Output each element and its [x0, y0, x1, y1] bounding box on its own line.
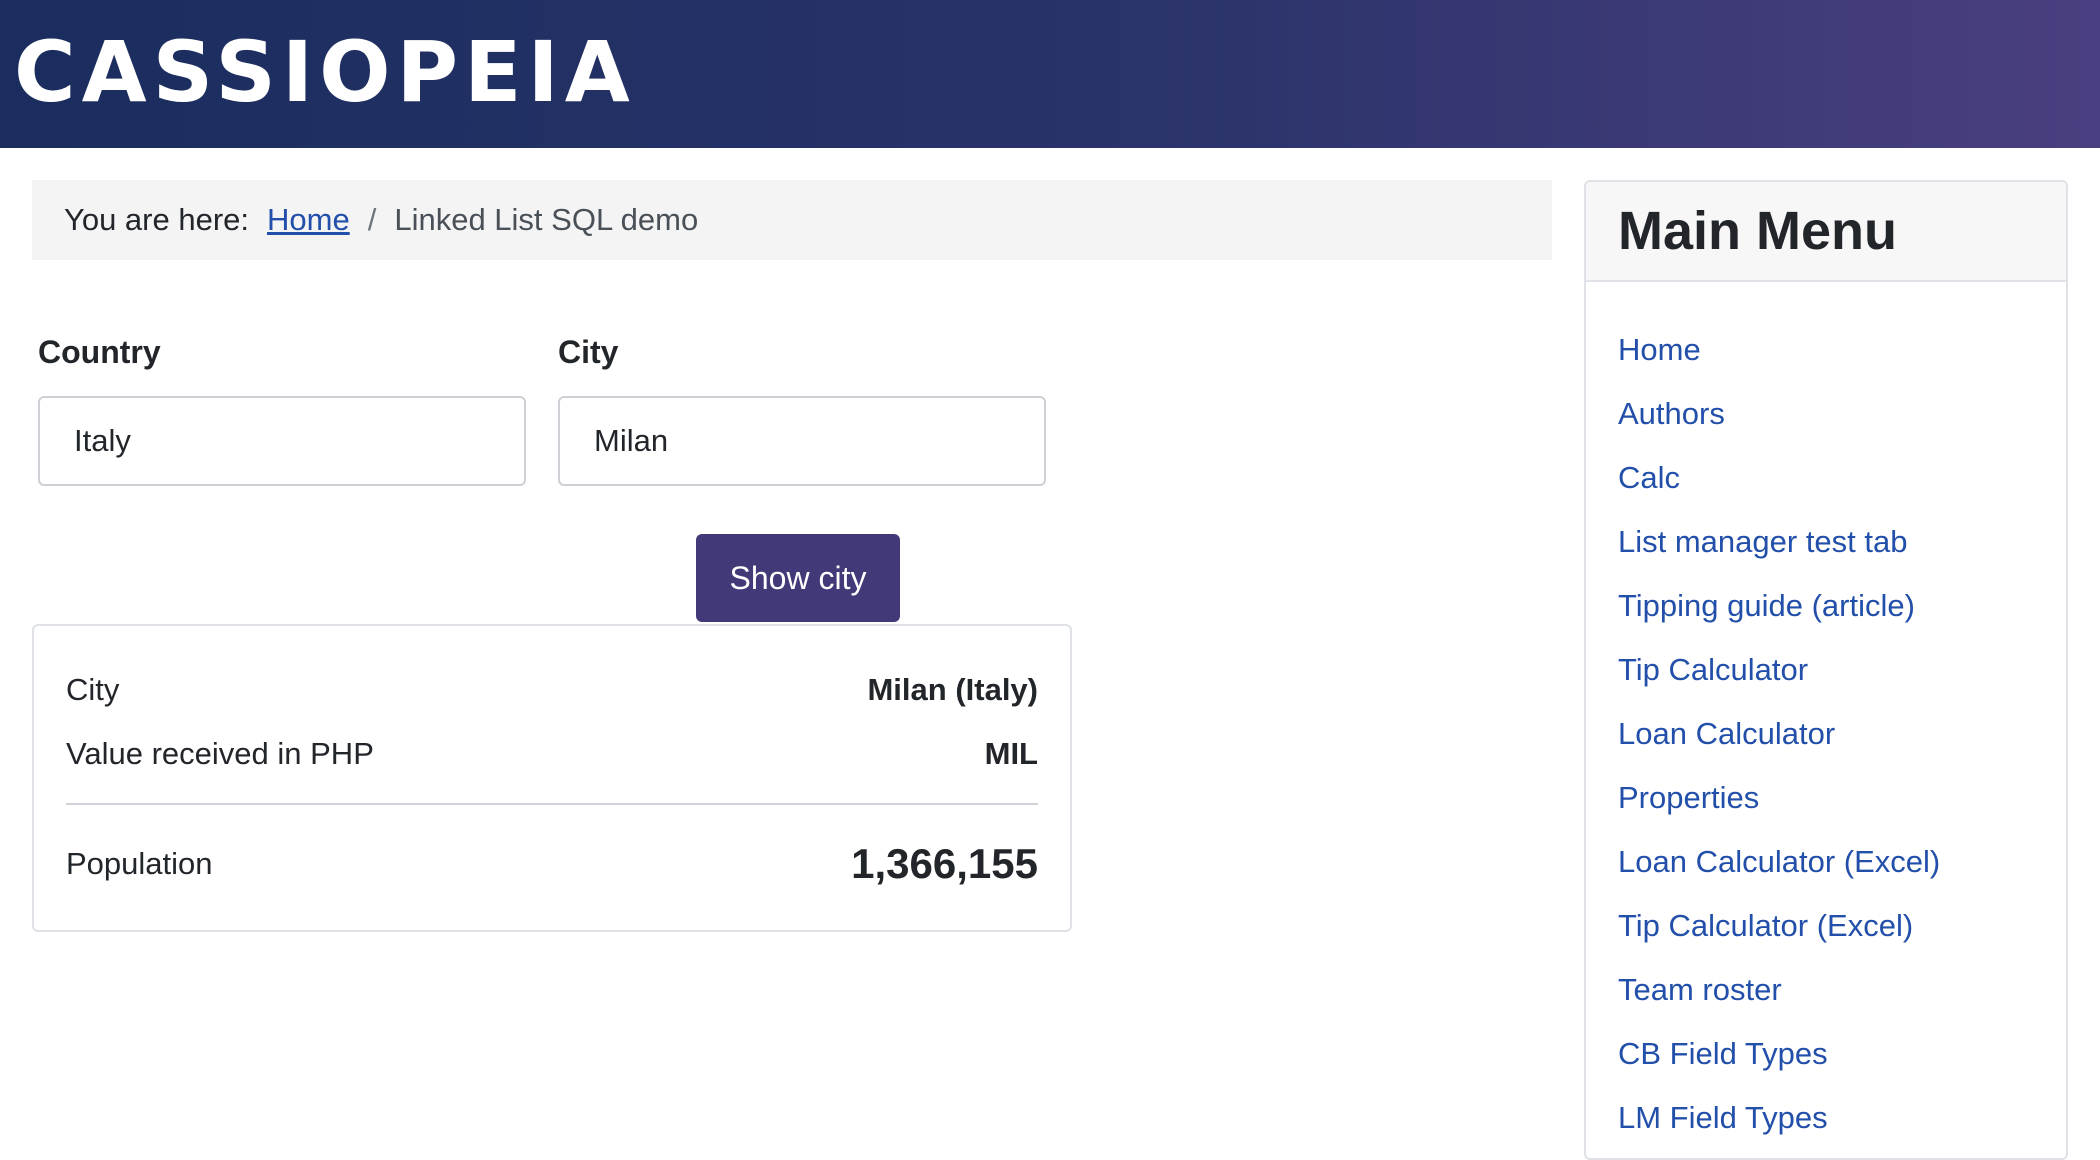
breadcrumb: You are here: Home / Linked List SQL dem… — [32, 180, 1552, 260]
country-label: Country — [38, 334, 161, 370]
main-menu: Main Menu Home Authors Calc List manager… — [1584, 180, 2068, 1160]
menu-item-authors[interactable]: Authors — [1618, 382, 1940, 446]
result-row-php: Value received in PHP MIL — [66, 722, 1038, 786]
result-row-city: City Milan (Italy) — [66, 658, 1038, 722]
menu-item-loan-calculator-excel[interactable]: Loan Calculator (Excel) — [1618, 830, 1940, 894]
result-card: City Milan (Italy) Value received in PHP… — [32, 624, 1072, 932]
menu-item-properties[interactable]: Properties — [1618, 766, 1940, 830]
menu-item-tipping-guide[interactable]: Tipping guide (article) — [1618, 574, 1940, 638]
menu-item-cb-field-types[interactable]: CB Field Types — [1618, 1022, 1940, 1086]
main-menu-list: Home Authors Calc List manager test tab … — [1618, 318, 1940, 1150]
menu-item-loan-calculator[interactable]: Loan Calculator — [1618, 702, 1940, 766]
country-select[interactable]: Italy — [38, 396, 526, 486]
menu-item-calc[interactable]: Calc — [1618, 446, 1940, 510]
menu-item-tip-calculator[interactable]: Tip Calculator — [1618, 638, 1940, 702]
menu-item-team-roster[interactable]: Team roster — [1618, 958, 1940, 1022]
menu-item-home[interactable]: Home — [1618, 318, 1940, 382]
breadcrumb-home-link[interactable]: Home — [267, 202, 350, 238]
result-php-value: MIL — [984, 736, 1038, 771]
site-header: CASSIOPEIA — [0, 0, 2100, 148]
result-divider — [66, 803, 1038, 805]
main-menu-header: Main Menu — [1586, 182, 2066, 282]
result-population-label: Population — [66, 846, 213, 881]
main-menu-title: Main Menu — [1618, 201, 1897, 261]
breadcrumb-current: Linked List SQL demo — [394, 202, 699, 237]
menu-item-tip-calculator-excel[interactable]: Tip Calculator (Excel) — [1618, 894, 1940, 958]
show-city-button[interactable]: Show city — [696, 534, 900, 622]
breadcrumb-prefix: You are here: — [64, 202, 250, 237]
result-php-label: Value received in PHP — [66, 736, 374, 771]
result-row-population: Population 1,366,155 — [66, 824, 1038, 904]
city-select[interactable]: Milan — [558, 396, 1046, 486]
result-city-label: City — [66, 672, 120, 707]
result-city-value: Milan (Italy) — [867, 672, 1038, 707]
site-brand-logo[interactable]: CASSIOPEIA — [14, 30, 636, 114]
city-label: City — [558, 334, 619, 370]
menu-item-lm-field-types[interactable]: LM Field Types — [1618, 1086, 1940, 1150]
menu-item-list-manager-test-tab[interactable]: List manager test tab — [1618, 510, 1940, 574]
breadcrumb-separator: / — [367, 202, 377, 237]
result-population-value: 1,366,155 — [851, 840, 1038, 887]
